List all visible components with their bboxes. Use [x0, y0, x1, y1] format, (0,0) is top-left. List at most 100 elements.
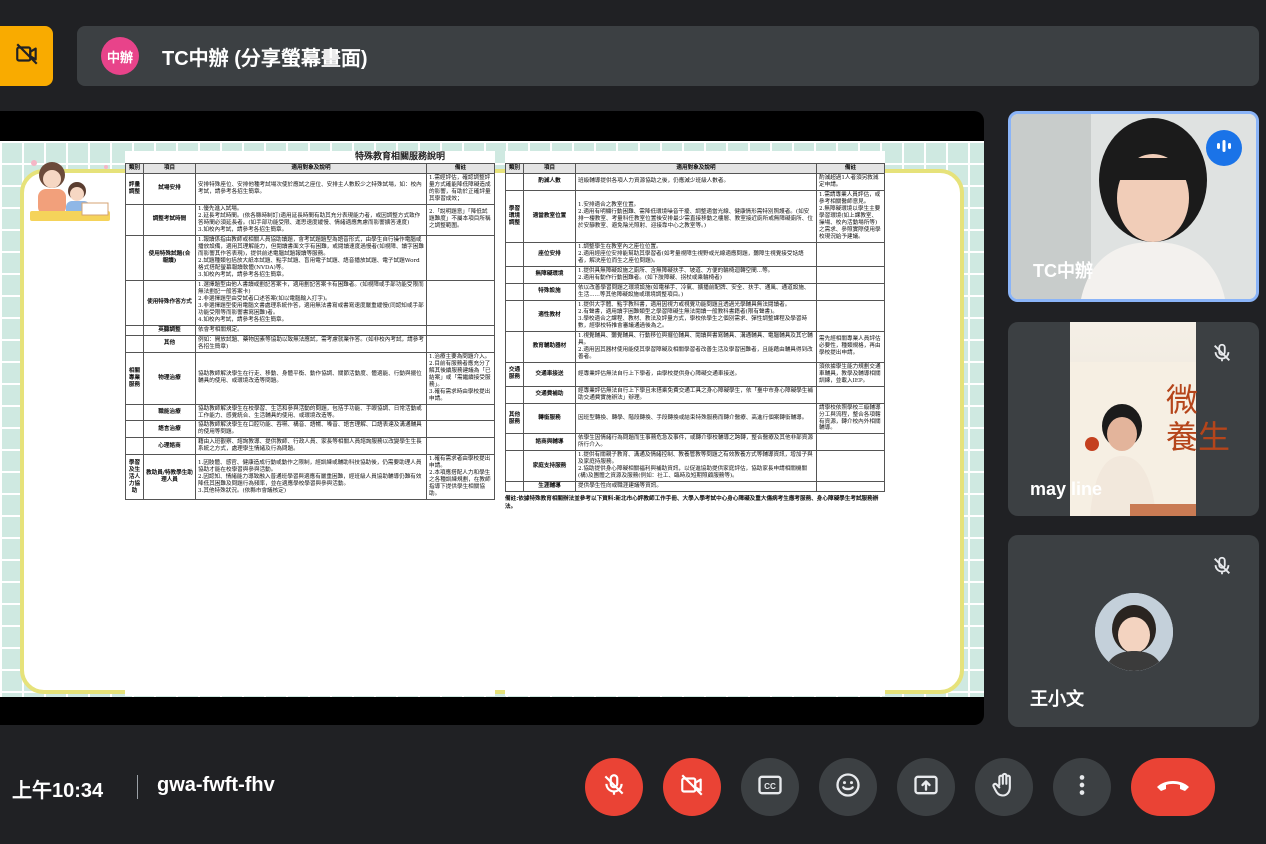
table-cell-category [125, 234, 144, 281]
table-cell-category [505, 299, 524, 332]
more-options-button[interactable] [1053, 758, 1111, 816]
table-cell-description: 1.提供具無障礙設施之廁所、含無障礙扶手、坡道、方便的輪椅迴轉空間...等。 2… [575, 265, 817, 284]
table-cell-category [505, 481, 524, 493]
table-row: 評量調整 試場安排 安排特殊座位、安排他種考試場次使於應試之座位、安排主人數較少之特… [125, 172, 495, 205]
header-item: 項目 [523, 163, 576, 174]
camera-off-icon [14, 41, 40, 72]
audio-bars-icon [1215, 137, 1233, 160]
table-row: 使用特殊作答方式 1.選擇題型由他人書讀或劃記答案卡，適用劃記答案卡有困難者。(如… [125, 279, 495, 326]
table-cell-category [505, 282, 524, 301]
table-cell-note [426, 324, 495, 336]
table-row: 教育輔助器材 1.視覺輔具、聽覺輔具、行動移位與擺位輔具、閱讀與書寫輔具、溝通輔具… [505, 330, 885, 363]
clock: 上午10:34 [12, 780, 104, 802]
table-cell-note [426, 403, 495, 422]
header-note: 備註 [816, 163, 885, 174]
table-row: 適性教材 1.提供大字體、點字教科書，適用因視力或視覺功能問題且透過光學輔具無法閱… [505, 299, 885, 332]
participant-tile[interactable]: 微 養生 may line [1008, 322, 1259, 516]
table-cell-description: 1.因肢體、感官、健康造成行動或動作之限制，經訓練或輔助科技協助後，仍需要助理人… [195, 454, 427, 501]
table-cell-category: 學習及生活人力協助 [125, 454, 144, 501]
camera-off-badge[interactable] [0, 26, 53, 86]
table-cell-category [505, 330, 524, 363]
services-table-left: 類別 項目 適用對象及說明 備註 評量調整 試場安排 安排特殊座位、安排他種考試場次… [125, 163, 495, 501]
table-cell-note [816, 433, 885, 452]
table-cell-description: 1.提供大字體、點字教科書，適用因視力或視覺功能問題且透過光學輔具無法閱讀者。 … [575, 299, 817, 332]
table-cell-note: 1.需請專業人員評估，或參考相關醫師意見。 2.無障礙環境以學生主要學習環境(如… [816, 189, 885, 243]
header-note: 備註 [426, 163, 495, 174]
svg-text:CC: CC [764, 782, 776, 791]
table-row: 學習及生活人力協助 教助員/特教學生助理人員 1.因肢體、感官、健康造成行動或動作之… [125, 454, 495, 501]
table-row: 酌減人數 班級輔導提供各項人力資源協助之後，仍應減少班級人數者。 酌減超過1人者須另… [505, 172, 885, 191]
document-page-left: 特殊教育相關服務說明 類別 項目 適用對象及說明 備註 評量調整 試場安排 安排特殊… [125, 151, 495, 696]
table-cell-note [816, 282, 885, 301]
end-call-icon [1154, 775, 1192, 800]
presentation-slide: 特殊教育相關服務說明 類別 項目 適用對象及說明 備註 評量調整 試場安排 安排特殊… [0, 141, 984, 725]
table-cell-category [125, 403, 144, 422]
table-cell-category: 學習環境調整 [505, 189, 524, 243]
table-cell-category [125, 324, 144, 336]
book-cover-text: 微 養生 [1166, 381, 1231, 456]
table-cell-note: 1.治療主要為問題介入。 2.目前有服務者應充分了解其後續服務建議為「已結案」或… [426, 351, 495, 405]
raise-hand-button[interactable] [975, 758, 1033, 816]
raise-hand-icon [990, 771, 1018, 804]
mic-off-icon [601, 772, 627, 803]
table-cell-category [505, 172, 524, 191]
table-cell-note [816, 299, 885, 332]
table-cell-description: 安排特殊座位、安排他種考試場次使於應試之座位、安排主人數較少之特殊試場，如：校內… [195, 172, 427, 205]
table-cell-category [125, 203, 144, 236]
table-cell-category [125, 279, 144, 326]
table-cell-item: 交通車接送 [523, 361, 576, 387]
table-cell-category [125, 334, 144, 353]
emoji-icon [834, 771, 862, 804]
table-row: 英聽調整 依會考相關規定。 [125, 324, 495, 336]
table-cell-item: 英聽調整 [143, 324, 196, 336]
participant-tile-active[interactable]: TC中辦 [1008, 111, 1259, 302]
table-cell-description: 協助教師解決學生在口腔功能、吞嚥、構音、語暢、嗓音、語言理解、口語表達及溝通輔具… [195, 420, 427, 439]
table-cell-description: 1.優先進入試場。 2.延長考試時間。(依各縣時制訂)適用延長時間有助其充分表現… [195, 203, 427, 236]
table-row: 交通服務 交通車接送 經專業評估無法自行上下學者，由學校提供身心障礙交通車接送。 須依… [505, 361, 885, 387]
camera-toggle-button[interactable] [663, 758, 721, 816]
table-cell-category: 評量調整 [125, 172, 144, 205]
table-cell-category: 其他服務 [505, 402, 524, 435]
table-cell-note: 1.確有需求者由學校提出申請。 2.本項應搭配人力和學生之各種訓練規劃，在教師指… [426, 454, 495, 501]
table-row: 調整考試時間 1.優先進入試場。 2.延長考試時間。(依各縣時制訂)適用延長時間有… [125, 203, 495, 236]
captions-button[interactable]: CC [741, 758, 799, 816]
leave-call-button[interactable] [1131, 758, 1215, 816]
table-cell-description: 依以改善學習問題之環境設施(如電梯手、冷氣、擴播前配牌、安全、扶手、通風、通道設… [575, 282, 817, 301]
document-page-right: 類別 項目 適用對象及說明 備註 酌減人數 班級輔導提供各項人力資源協助之後，仍應… [505, 151, 885, 696]
table-cell-note [426, 437, 495, 456]
table-cell-description: 1.安排適合之教室位置。 2.適用有明顯行動困難、需降低環境噪音干擾、調整適當光… [575, 189, 817, 243]
document-title: 特殊教育相關服務說明 [355, 152, 446, 162]
table-cell-item: 教助員/特教學生助理人員 [143, 454, 196, 501]
table-row: 語言治療 協助教師解決學生在口腔功能、吞嚥、構音、語暢、嗓音、語言理解、口語表達及… [125, 420, 495, 439]
table-cell-description: 協助教師解決學生在校學習、生活和參與活動的問題，包括手功能、手眼協調、日常活動或… [195, 403, 427, 422]
table-cell-note [426, 420, 495, 439]
table-cell-category [505, 450, 524, 483]
meeting-code[interactable]: gwa-fwft-fhv [157, 774, 275, 797]
table-row: 其他 例如：開放試題、藥物因素等協助以致無法應試，需考慮就業作答。(如非校內考試，… [125, 334, 495, 353]
mic-toggle-button[interactable] [585, 758, 643, 816]
table-cell-category [505, 265, 524, 284]
table-cell-item: 諮商與輔導 [523, 433, 576, 452]
table-cell-item: 酌減人數 [523, 172, 576, 191]
present-button[interactable] [897, 758, 955, 816]
table-cell-note [816, 481, 885, 493]
participant-tile[interactable]: 王小文 [1008, 535, 1259, 727]
emoji-button[interactable] [819, 758, 877, 816]
shared-screen[interactable]: 特殊教育相關服務說明 類別 項目 適用對象及說明 備註 評量調整 試場安排 安排特殊… [0, 111, 984, 725]
header-category: 類別 [505, 163, 524, 174]
table-cell-note: 請學校依照學校三級輔導分工與流程，整合各項轄有資源，轉介校內外相關輔導。 [816, 402, 885, 435]
table-cell-description: 班級輔導提供各項人力資源協助之後，仍應減少班級人數者。 [575, 172, 817, 191]
table-row: 其他服務 轉銜服務 因班型轉換、轉學、階段轉換、手段轉換或結束特殊服務而轉介醫療、高… [505, 402, 885, 435]
table-cell-description: 提供學生性向或職涯建議等資訊。 [575, 481, 817, 493]
table-cell-description: 協助教師解決學生在行走、移動、身體平衡、動作協調、關節活動度、體適能、行動與擺位… [195, 351, 427, 405]
mic-off-icon [1211, 342, 1233, 369]
present-icon [912, 771, 940, 804]
table-header-row: 類別 項目 適用對象及說明 備註 [125, 163, 495, 174]
header-description: 適用對象及說明 [575, 163, 817, 174]
mute-indicator [1207, 553, 1237, 583]
table-row: 職能治療 協助教師解決學生在校學習、生活和參與活動的問題，包括手功能、手眼協調、日… [125, 403, 495, 422]
more-vert-icon [1068, 771, 1096, 804]
table-cell-note [816, 385, 885, 404]
table-cell-category [125, 437, 144, 456]
table-cell-description: 1.選擇題型由他人書讀或劃記答案卡，適用劃記答案卡有困難者。(如視障或手部功能受… [195, 279, 427, 326]
